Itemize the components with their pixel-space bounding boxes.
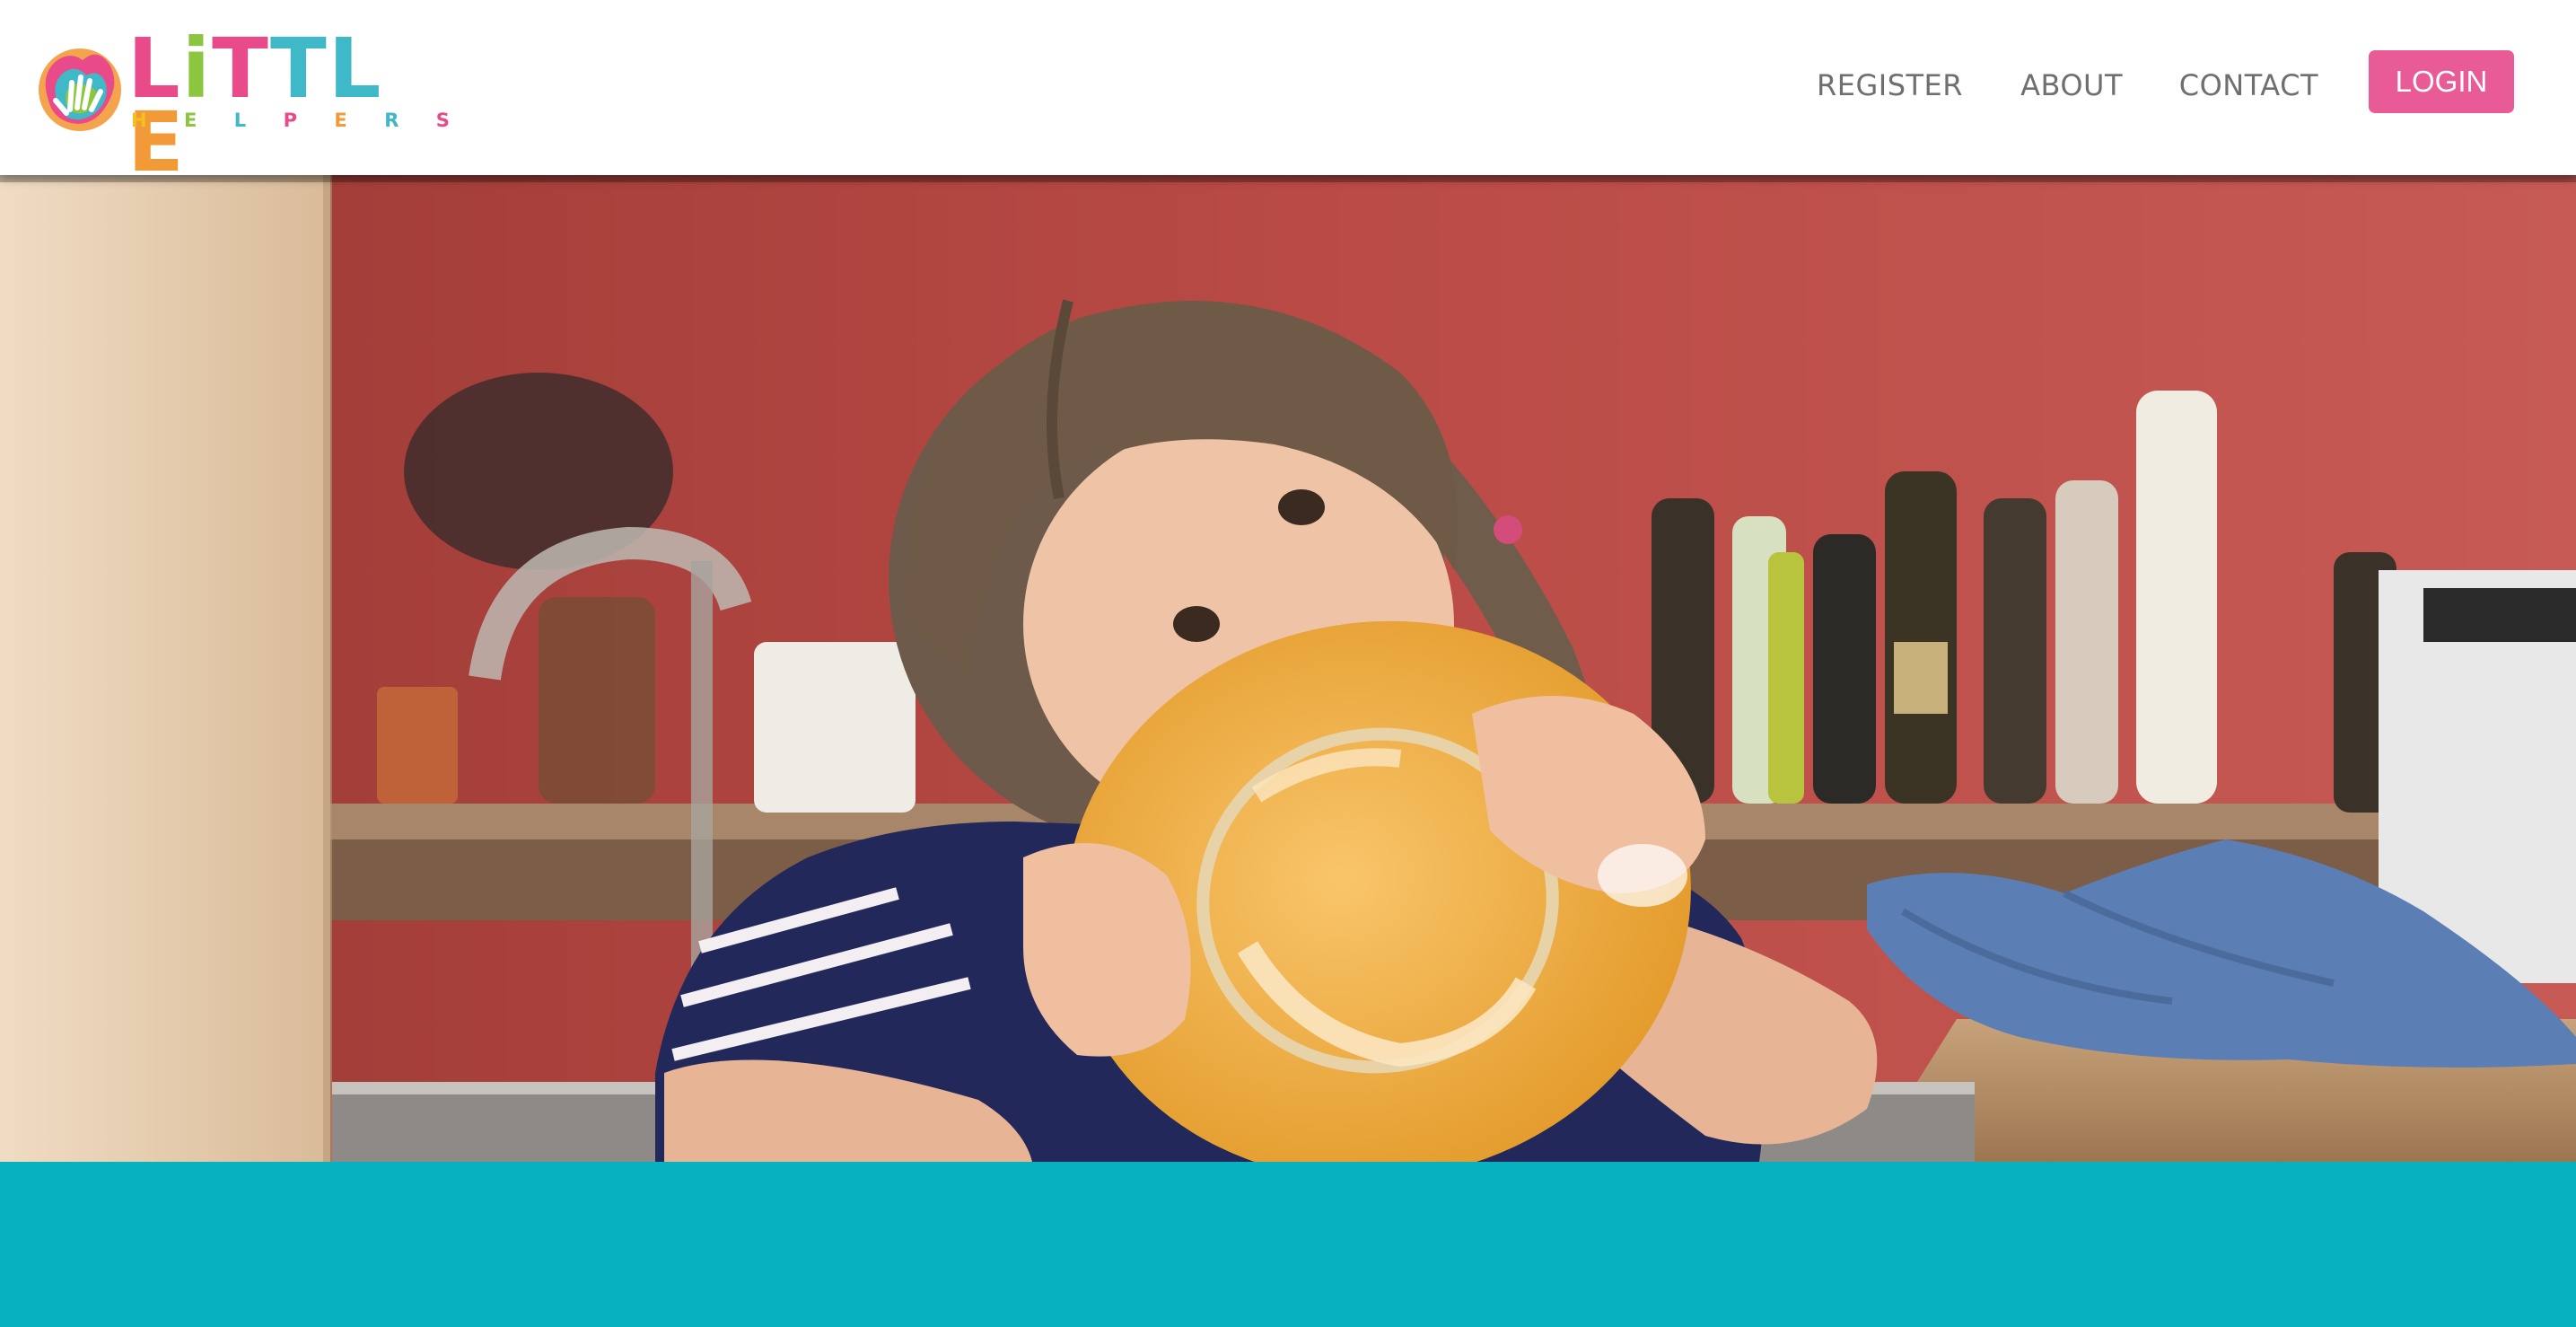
hero-image: [0, 175, 2576, 1162]
login-button[interactable]: LOGIN: [2369, 50, 2514, 113]
logo-letter: i: [181, 21, 213, 117]
logo-wordmark: LiTTLE: [127, 21, 425, 184]
nav-contact-link[interactable]: CONTACT: [2179, 68, 2318, 102]
tagline-letter: E: [184, 110, 197, 131]
little-helpers-logo[interactable]: LiTTLE H E L P E R S: [31, 21, 450, 184]
tagline-letter: P: [283, 110, 297, 131]
site-header: LiTTLE H E L P E R S REGISTER ABOUT CONT…: [0, 0, 2576, 184]
hand-print-icon: [39, 48, 121, 131]
tagline-letter: R: [384, 110, 399, 131]
tagline-letter: E: [334, 110, 347, 131]
tagline-letter: L: [233, 110, 247, 131]
logo-letter: L: [328, 21, 383, 117]
teal-section: [0, 1162, 2576, 1327]
logo-letter: T: [212, 21, 270, 117]
logo-tagline: H E L P E R S: [131, 110, 450, 131]
nav-about-link[interactable]: ABOUT: [2020, 68, 2123, 102]
nav-register-link[interactable]: REGISTER: [1817, 68, 1963, 102]
girl-washing-plate-illustration: [0, 175, 2576, 1162]
logo-letter: T: [269, 21, 329, 117]
tagline-letter: S: [435, 110, 450, 131]
tagline-letter: H: [131, 110, 147, 131]
